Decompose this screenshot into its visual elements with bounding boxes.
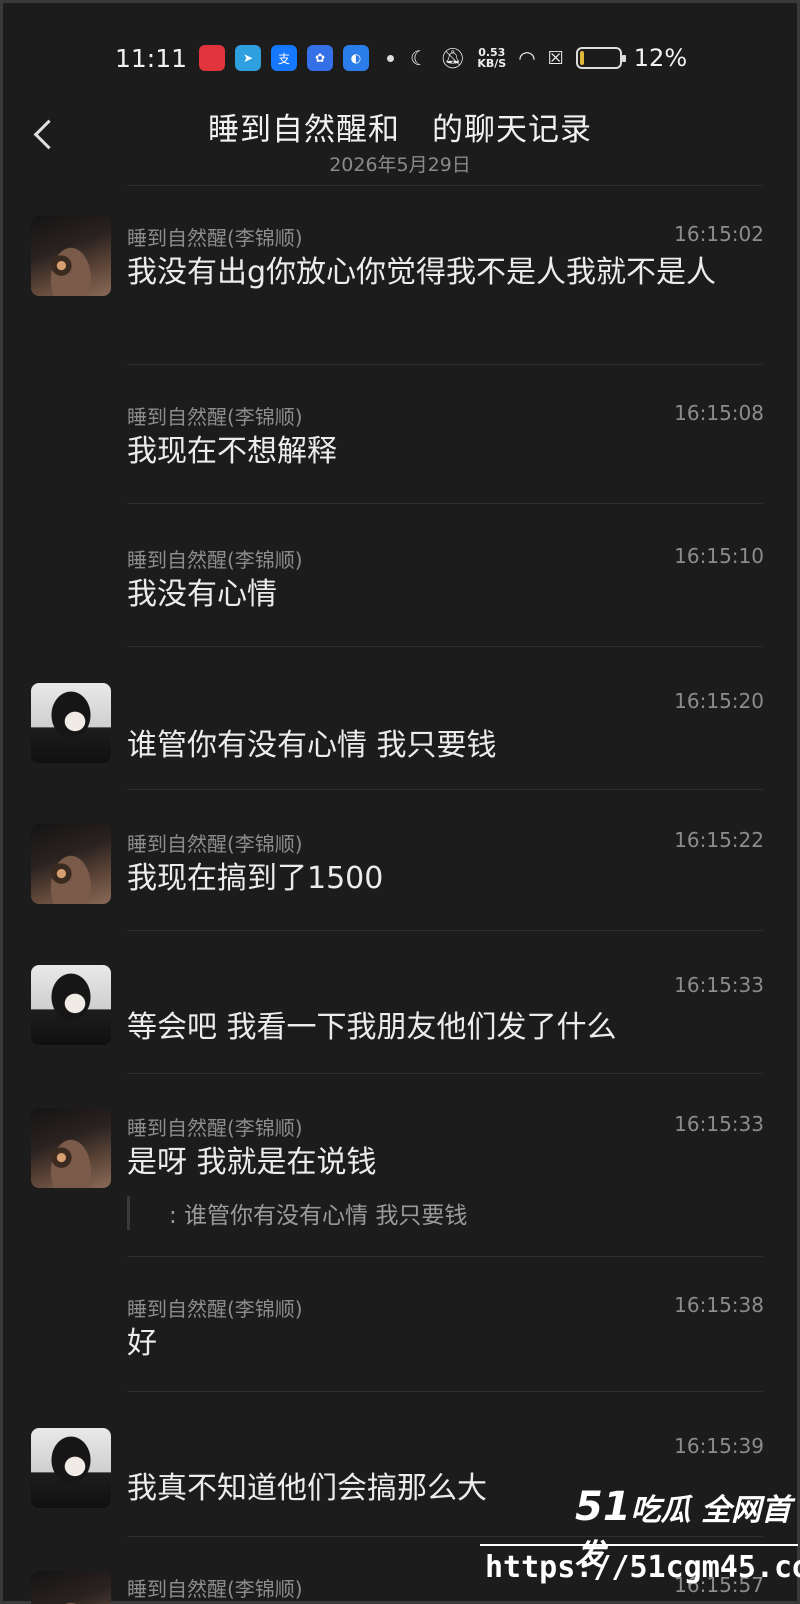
avatar[interactable]: [31, 1428, 111, 1508]
avatar[interactable]: [31, 683, 111, 763]
net-speed-unit: KB/S: [477, 57, 507, 70]
message-item[interactable]: 睡到自然醒(李锦顺) 16:15:38 好: [0, 1257, 800, 1391]
message-time: 16:15:33: [674, 973, 764, 997]
battery-fill: [579, 51, 585, 65]
message-text: 我没有出g你放心你觉得我不是人我就不是人: [127, 255, 717, 290]
page-title: 睡到自然醒和 的聊天记录: [208, 112, 592, 148]
message-text: 我现在搞到了1500: [127, 861, 384, 896]
xiaohongshu-icon: [199, 45, 225, 71]
chat-date: 2026年5月29日: [329, 154, 471, 176]
message-text: 好: [127, 1326, 157, 1361]
message-item[interactable]: 16:15:33 等会吧 我看一下我朋友他们发了什么: [0, 931, 800, 1073]
message-item[interactable]: 16:15:20 谁管你有没有心情 我只要钱: [0, 647, 800, 789]
message-item[interactable]: 睡到自然醒(李锦顺) 16:15:22 我现在搞到了1500: [0, 790, 800, 930]
moon-icon: ☾: [410, 46, 428, 70]
telegram-icon: ➤: [235, 45, 261, 71]
sim-off-icon: ☒: [547, 47, 564, 69]
watermark-number: 51: [575, 1484, 631, 1530]
sender-name: 睡到自然醒(李锦顺): [127, 1297, 303, 1321]
sender-name: 睡到自然醒(李锦顺): [127, 405, 303, 429]
message-text: 我没有心情: [127, 577, 277, 612]
message-time: 16:15:10: [674, 544, 764, 568]
more-notifications-dot: [387, 54, 394, 62]
message-time: 16:15:38: [674, 1293, 764, 1317]
sender-name: 睡到自然醒(李锦顺): [127, 1116, 303, 1140]
message-time: 16:15:20: [674, 689, 764, 713]
sender-name: 睡到自然醒(李锦顺): [127, 1577, 303, 1601]
sender-name: 睡到自然醒(李锦顺): [127, 226, 303, 250]
battery-icon: [575, 47, 626, 69]
message-item[interactable]: 睡到自然醒(李锦顺) 16:15:08 我现在不想解释: [0, 365, 800, 503]
message-text: 谁管你有没有心情 我只要钱: [127, 728, 497, 763]
browser-icon: ◐: [343, 45, 369, 71]
battery-percent: 12%: [633, 44, 688, 72]
watermark-url: https://51cgm45.com: [485, 1550, 800, 1585]
wifi-icon: ◠: [518, 46, 536, 70]
message-text: 等会吧 我看一下我朋友他们发了什么: [127, 1010, 617, 1045]
avatar[interactable]: [31, 965, 111, 1045]
avatar[interactable]: [31, 1571, 111, 1604]
message-item[interactable]: 睡到自然醒(李锦顺) 16:15:02 我没有出g你放心你觉得我不是人我就不是人: [0, 186, 800, 364]
avatar[interactable]: [31, 824, 111, 904]
baidu-icon: ✿: [307, 45, 333, 71]
message-time: 16:15:39: [674, 1434, 764, 1458]
message-text: 我现在不想解释: [127, 434, 337, 469]
message-item[interactable]: 睡到自然醒(李锦顺) 16:15:10 我没有心情: [0, 504, 800, 646]
message-item[interactable]: 睡到自然醒(李锦顺) 16:15:33 是呀 我就是在说钱 : 谁管你有没有心情…: [0, 1074, 800, 1256]
status-bar: 11:11 ➤ 支 ✿ ◐ ☾ 🔕︎ 0.53 KB/S ◠ ☒ 12%: [0, 38, 800, 78]
system-indicators: ☾ 🔕︎ 0.53 KB/S ◠ ☒ 12%: [410, 44, 687, 72]
quoted-message[interactable]: : 谁管你有没有心情 我只要钱: [127, 1196, 467, 1230]
watermark-rule: [480, 1544, 798, 1546]
alipay-icon: 支: [271, 45, 297, 71]
watermark: 51吃瓜 全网首发 https://51cgm45.com: [460, 1484, 800, 1604]
chat-header: 睡到自然醒和 的聊天记录 2026年5月29日: [0, 100, 800, 180]
alipay-glyph: 支: [277, 51, 290, 66]
message-time: 16:15:08: [674, 401, 764, 425]
message-list[interactable]: 睡到自然醒(李锦顺) 16:15:02 我没有出g你放心你觉得我不是人我就不是人…: [0, 185, 800, 1604]
message-time: 16:15:22: [674, 828, 764, 852]
message-time: 16:15:33: [674, 1112, 764, 1136]
sender-name: 睡到自然醒(李锦顺): [127, 832, 303, 856]
message-time: 16:15:02: [674, 222, 764, 246]
sender-name: 睡到自然醒(李锦顺): [127, 548, 303, 572]
status-time: 11:11: [115, 43, 188, 73]
message-text: 是呀 我就是在说钱: [127, 1145, 377, 1180]
avatar[interactable]: [31, 1108, 111, 1188]
net-speed: 0.53 KB/S: [477, 47, 506, 69]
avatar[interactable]: [31, 216, 111, 296]
notification-app-icons: ➤ 支 ✿ ◐: [199, 45, 369, 71]
mute-bell-icon: 🔕︎: [439, 46, 466, 70]
